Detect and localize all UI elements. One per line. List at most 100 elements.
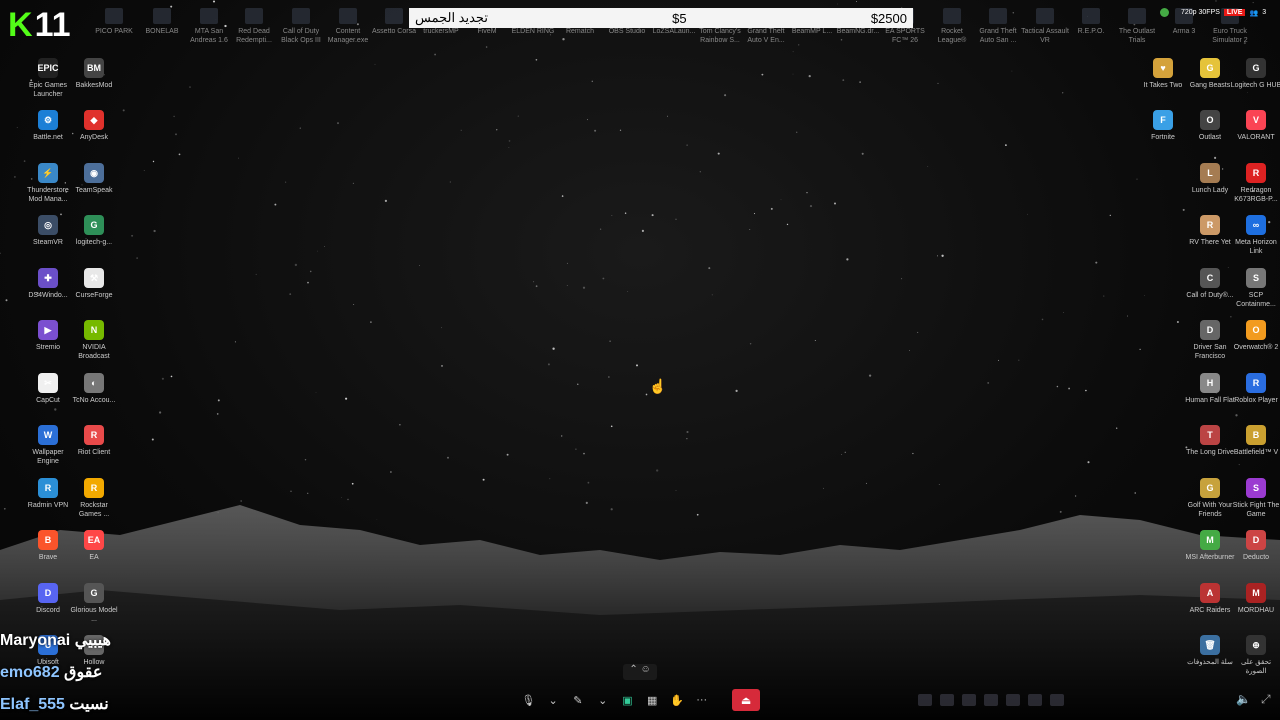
top-shortcut[interactable]: Rocket League® bbox=[926, 8, 978, 45]
tray-icon[interactable] bbox=[940, 694, 954, 706]
top-shortcut[interactable]: The Outlast Trials bbox=[1111, 8, 1163, 45]
desktop-icon[interactable]: W Wallpaper Engine bbox=[22, 425, 74, 466]
desktop-icon-label: CapCut bbox=[36, 397, 60, 404]
desktop-icon[interactable]: ⚡ Thunderstore Mod Mana... bbox=[22, 163, 74, 204]
end-call-button[interactable]: ⏏ bbox=[732, 689, 761, 711]
chevron-down-icon[interactable]: ⌄ bbox=[545, 691, 562, 709]
top-shortcut[interactable]: Red Dead Redempti... bbox=[228, 8, 280, 45]
desktop-icon-label: VALORANT bbox=[1237, 134, 1275, 141]
desktop-icon[interactable]: G Golf With Your Friends bbox=[1184, 478, 1236, 519]
desktop-icon[interactable]: G Glorious Model ... bbox=[68, 583, 120, 624]
star bbox=[735, 389, 738, 393]
shortcut-label: BONELAB bbox=[145, 28, 179, 35]
app-icon: ▶ bbox=[38, 320, 58, 340]
chevron-down-icon[interactable]: ⌄ bbox=[594, 691, 611, 709]
app-icon: S bbox=[1246, 268, 1266, 288]
desktop-icon[interactable]: BM BakkesMod bbox=[68, 58, 120, 90]
desktop-icon[interactable]: F Fortnite bbox=[1137, 110, 1189, 142]
top-shortcut[interactable]: PICO PARK bbox=[88, 8, 140, 36]
desktop-icon[interactable]: H Human Fall Flat bbox=[1184, 373, 1236, 405]
star bbox=[1215, 0, 1217, 2]
desktop-icon[interactable]: ▶ Stremio bbox=[22, 320, 74, 352]
desktop-icon[interactable]: ⚙ Battle.net bbox=[22, 110, 74, 142]
desktop-icon[interactable]: C Call of Duty®... bbox=[1184, 268, 1236, 300]
show-more-button[interactable]: ⌃ ☺ bbox=[623, 664, 657, 680]
desktop-icon[interactable]: M MSI Afterburner bbox=[1184, 530, 1236, 562]
reactions-icon[interactable]: ✋ bbox=[669, 691, 686, 709]
mic-icon[interactable]: 🎙 bbox=[520, 691, 537, 709]
desktop-icon-label: Human Fall Flat bbox=[1185, 397, 1235, 404]
desktop-icon[interactable]: EPIC Epic Games Launcher bbox=[22, 58, 74, 99]
desktop-icon-label: MSI Afterburner bbox=[1185, 554, 1235, 561]
desktop-icon[interactable]: N NVIDIA Broadcast bbox=[68, 320, 120, 361]
star bbox=[285, 181, 287, 183]
desktop-icon[interactable]: ◉ TeamSpeak bbox=[68, 163, 120, 195]
camera-off-icon[interactable]: ✎ bbox=[570, 691, 587, 709]
app-icon: R bbox=[84, 478, 104, 498]
desktop-icon[interactable]: R Roblox Player bbox=[1230, 373, 1280, 405]
desktop-icon[interactable]: ✚ DS4Windo... bbox=[22, 268, 74, 300]
desktop-icon[interactable]: A ARC Raiders bbox=[1184, 583, 1236, 615]
top-shortcut[interactable]: Content Manager.exe bbox=[322, 8, 374, 45]
desktop-icon[interactable]: G Gang Beasts bbox=[1184, 58, 1236, 90]
desktop-icon[interactable]: R Riot Client bbox=[68, 425, 120, 457]
desktop-icon[interactable]: D Discord bbox=[22, 583, 74, 615]
desktop-icon[interactable]: R RV There Yet bbox=[1184, 215, 1236, 247]
tray-icon[interactable] bbox=[918, 694, 932, 706]
tray-icon[interactable] bbox=[984, 694, 998, 706]
desktop-icon[interactable]: ∞ Meta Horizon Link bbox=[1230, 215, 1280, 256]
apps-icon[interactable]: ▦ bbox=[644, 691, 661, 709]
tray-icon[interactable] bbox=[962, 694, 976, 706]
desktop-icon[interactable]: T The Long Drive bbox=[1184, 425, 1236, 457]
desktop-icon[interactable]: B Brave bbox=[22, 530, 74, 562]
desktop-icon[interactable]: ◐ TcNo Accou... bbox=[68, 373, 120, 405]
desktop-icon[interactable]: M MORDHAU bbox=[1230, 583, 1280, 615]
desktop-icon[interactable]: ✂ CapCut bbox=[22, 373, 74, 405]
expand-icon[interactable]: ⤢ bbox=[1261, 692, 1271, 707]
ticker-goal: $2500 bbox=[870, 10, 907, 26]
desktop-icon[interactable]: Glogitech-g... bbox=[68, 215, 120, 247]
chat-username: emo682 bbox=[0, 664, 60, 681]
desktop-icon-label: SteamVR bbox=[33, 239, 63, 246]
app-icon: ◐ bbox=[84, 373, 104, 393]
desktop-icon[interactable]: O Overwatch® 2 bbox=[1230, 320, 1280, 352]
desktop-icon[interactable]: V VALORANT bbox=[1230, 110, 1280, 142]
tray-icon[interactable] bbox=[1028, 694, 1042, 706]
top-shortcut[interactable]: R.E.P.O. bbox=[1065, 8, 1117, 36]
tray-icon[interactable] bbox=[1006, 694, 1020, 706]
more-button[interactable]: ··· bbox=[693, 691, 710, 709]
desktop-icon[interactable]: S Stick Fight The Game bbox=[1230, 478, 1280, 519]
desktop-icon[interactable]: L Lunch Lady bbox=[1184, 163, 1236, 195]
desktop-icon[interactable]: D Driver San Francisco bbox=[1184, 320, 1236, 361]
desktop-icon[interactable]: S SCP Containme... bbox=[1230, 268, 1280, 309]
desktop-icon[interactable]: 🗑 سلة المحذوفات bbox=[1184, 635, 1236, 667]
desktop-icon[interactable]: B Battlefield™ V bbox=[1230, 425, 1280, 457]
app-icon: B bbox=[1246, 425, 1266, 445]
desktop-icon[interactable]: R Redragon K673RGB-P... bbox=[1230, 163, 1280, 204]
desktop-icon[interactable]: ◎ SteamVR bbox=[22, 215, 74, 247]
share-screen-icon[interactable]: ▣ bbox=[619, 691, 636, 709]
top-shortcut[interactable]: Tactical Assault VR bbox=[1019, 8, 1071, 45]
desktop-icon[interactable]: O Outlast bbox=[1184, 110, 1236, 142]
desktop-icon-label: ARC Raiders bbox=[1189, 607, 1231, 614]
desktop-icon[interactable]: ♥ It Takes Two bbox=[1137, 58, 1189, 90]
desktop-icon[interactable]: ◆ AnyDesk bbox=[68, 110, 120, 142]
top-shortcut[interactable]: BONELAB bbox=[136, 8, 188, 36]
app-icon: EA bbox=[84, 530, 104, 550]
chat-text: هيبيي bbox=[70, 632, 111, 649]
desktop-icon[interactable]: G Logitech G HUB bbox=[1230, 58, 1280, 90]
desktop-icon[interactable]: D Deducto bbox=[1230, 530, 1280, 562]
top-shortcut[interactable]: Call of Duty Black Ops III bbox=[275, 8, 327, 45]
desktop-icon[interactable]: ⊕ تحقق على الصورة bbox=[1230, 635, 1280, 676]
shortcut-label: Euro Truck Simulator 2 bbox=[1212, 28, 1248, 44]
top-shortcut[interactable]: Grand Theft Auto San ... bbox=[972, 8, 1024, 45]
volume-icon[interactable]: 🔈 bbox=[1236, 692, 1251, 707]
star bbox=[796, 131, 798, 133]
desktop-icon[interactable]: R Rockstar Games ... bbox=[68, 478, 120, 519]
star bbox=[1116, 427, 1118, 429]
desktop-icon[interactable]: EA EA bbox=[68, 530, 120, 562]
star bbox=[1252, 2, 1254, 4]
tray-icon[interactable] bbox=[1050, 694, 1064, 706]
desktop-icon[interactable]: R Radmin VPN bbox=[22, 478, 74, 510]
desktop-icon[interactable]: ⚒ CurseForge bbox=[68, 268, 120, 300]
